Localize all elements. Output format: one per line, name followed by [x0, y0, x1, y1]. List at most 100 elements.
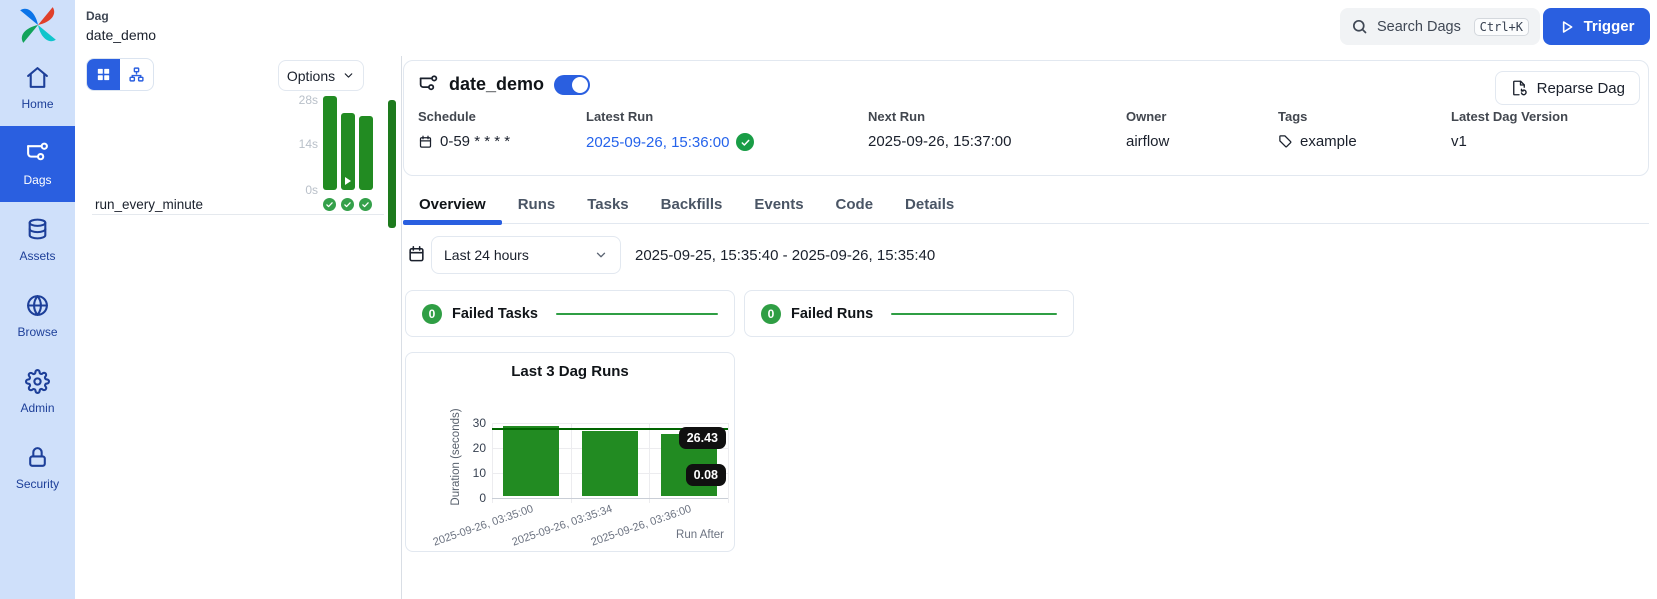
database-icon — [25, 217, 50, 242]
y-tick: 10 — [460, 466, 486, 480]
chart-title: Last 3 Dag Runs — [406, 363, 734, 380]
gear-icon — [25, 369, 50, 394]
sidebar-item-label: Assets — [19, 249, 55, 263]
tab-tasks[interactable]: Tasks — [571, 185, 644, 223]
tab-overview[interactable]: Overview — [403, 185, 502, 223]
chevron-down-icon — [342, 69, 355, 82]
latest-run-link[interactable]: 2025-09-26, 15:36:00 — [586, 134, 729, 151]
sidebar-item-label: Security — [16, 477, 59, 491]
x-tick-label: 2025-09-26, 03:36:00 — [561, 503, 693, 552]
view-toggle-group — [86, 58, 154, 91]
dag-tabs: Overview Runs Tasks Backfills Events Cod… — [403, 185, 1649, 224]
reparse-dag-button[interactable]: Reparse Dag — [1495, 71, 1640, 105]
dag-title: date_demo — [449, 74, 544, 95]
field-latest-run: Latest Run 2025-09-26, 15:36:00 — [586, 109, 754, 151]
trigger-button[interactable]: Trigger — [1543, 8, 1650, 45]
calendar-icon — [418, 134, 433, 149]
sidebar: Home Dags Assets Browse Admin Security — [0, 0, 75, 599]
sidebar-item-label: Dags — [23, 173, 51, 187]
sidebar-item-dags[interactable]: Dags — [0, 126, 75, 202]
panel-divider[interactable] — [401, 56, 402, 599]
grid-view-button[interactable] — [87, 59, 120, 90]
search-placeholder: Search Dags — [1377, 19, 1461, 35]
dag-header-card: date_demo Reparse Dag Schedule 0-59 * * … — [403, 60, 1649, 176]
field-tags: Tags example — [1278, 109, 1357, 150]
graph-view-button[interactable] — [120, 59, 153, 90]
sidebar-item-home[interactable]: Home — [0, 50, 75, 126]
options-button[interactable]: Options — [278, 60, 364, 91]
failed-runs-card: 0 Failed Runs — [744, 290, 1074, 337]
gridline — [728, 423, 729, 503]
max-duration-badge: 26.43 — [679, 427, 726, 449]
sidebar-item-label: Home — [21, 97, 53, 111]
dag-pause-toggle[interactable] — [554, 75, 590, 95]
y-tick: 30 — [460, 416, 486, 430]
sidebar-item-security[interactable]: Security — [0, 430, 75, 506]
gantt-axis-tick: 28s — [284, 93, 318, 107]
breadcrumb: Dag — [86, 9, 109, 23]
tab-backfills[interactable]: Backfills — [645, 185, 739, 223]
globe-icon — [25, 293, 50, 318]
gantt-bar-clipped[interactable] — [388, 100, 396, 228]
gantt-bar[interactable] — [323, 96, 337, 190]
failed-tasks-card: 0 Failed Tasks — [405, 290, 735, 337]
field-schedule: Schedule 0-59 * * * * — [418, 109, 510, 150]
chevron-down-icon — [594, 248, 608, 262]
y-tick: 20 — [460, 441, 486, 455]
gantt-bar[interactable] — [359, 116, 373, 190]
field-latest-dag-version: Latest Dag Version v1 — [1451, 109, 1568, 150]
tag-value[interactable]: example — [1300, 133, 1357, 150]
time-range-select[interactable]: Last 24 hours — [431, 236, 621, 274]
home-icon — [25, 65, 50, 90]
reparse-icon — [1510, 79, 1528, 97]
duration-bar[interactable] — [503, 426, 559, 496]
grid-icon — [95, 66, 112, 83]
sidebar-item-label: Admin — [20, 401, 54, 415]
y-tick: 0 — [460, 491, 486, 505]
sidebar-item-browse[interactable]: Browse — [0, 278, 75, 354]
time-range-text: 2025-09-25, 15:35:40 - 2025-09-26, 15:35… — [635, 236, 935, 274]
airflow-logo-icon[interactable] — [17, 4, 59, 46]
tag-icon — [1278, 134, 1293, 149]
trend-line — [891, 313, 1057, 315]
run-success-check-icon — [323, 198, 336, 211]
breadcrumb-dag-name: date_demo — [86, 27, 156, 43]
calendar-icon — [407, 244, 426, 263]
failed-tasks-count-badge: 0 — [422, 304, 442, 324]
sidebar-item-label: Browse — [17, 325, 57, 339]
sidebar-item-assets[interactable]: Assets — [0, 202, 75, 278]
run-success-check-icon — [359, 198, 372, 211]
play-icon — [1559, 19, 1575, 35]
min-duration-badge: 0.08 — [686, 464, 726, 486]
grid-panel: Options 28s 14s 0s run_every_minute — [75, 56, 401, 599]
sidebar-nav: Home Dags Assets Browse Admin Security — [0, 50, 75, 506]
gantt-axis-tick: 14s — [284, 137, 318, 151]
lock-icon — [25, 445, 50, 470]
search-shortcut-badge: Ctrl+K — [1474, 18, 1529, 36]
running-marker-icon — [345, 177, 351, 185]
graph-icon — [128, 66, 145, 83]
duration-bar[interactable] — [582, 431, 638, 496]
x-axis-title: Run After — [676, 529, 724, 541]
tab-code[interactable]: Code — [820, 185, 890, 223]
tab-details[interactable]: Details — [889, 185, 970, 223]
search-icon — [1351, 18, 1368, 35]
field-owner: Owner airflow — [1126, 109, 1169, 150]
search-dags-input[interactable]: Search Dags Ctrl+K — [1340, 8, 1540, 45]
tab-runs[interactable]: Runs — [502, 185, 572, 223]
trend-line — [556, 313, 718, 315]
run-success-check-icon — [341, 198, 354, 211]
sidebar-item-admin[interactable]: Admin — [0, 354, 75, 430]
gantt-axis-tick: 0s — [284, 183, 318, 197]
field-next-run: Next Run 2025-09-26, 15:37:00 — [868, 109, 1011, 150]
success-check-icon — [736, 133, 754, 151]
gridline — [492, 423, 728, 424]
gantt-bar[interactable] — [341, 113, 355, 190]
last-3-dag-runs-chart: Last 3 Dag Runs Duration (seconds) 30 20… — [405, 352, 735, 552]
tab-events[interactable]: Events — [738, 185, 819, 223]
task-row-divider — [92, 214, 384, 215]
dag-icon — [418, 74, 439, 95]
task-name[interactable]: run_every_minute — [95, 197, 203, 212]
x-axis-line — [492, 498, 728, 499]
main-content: date_demo Reparse Dag Schedule 0-59 * * … — [403, 56, 1650, 599]
